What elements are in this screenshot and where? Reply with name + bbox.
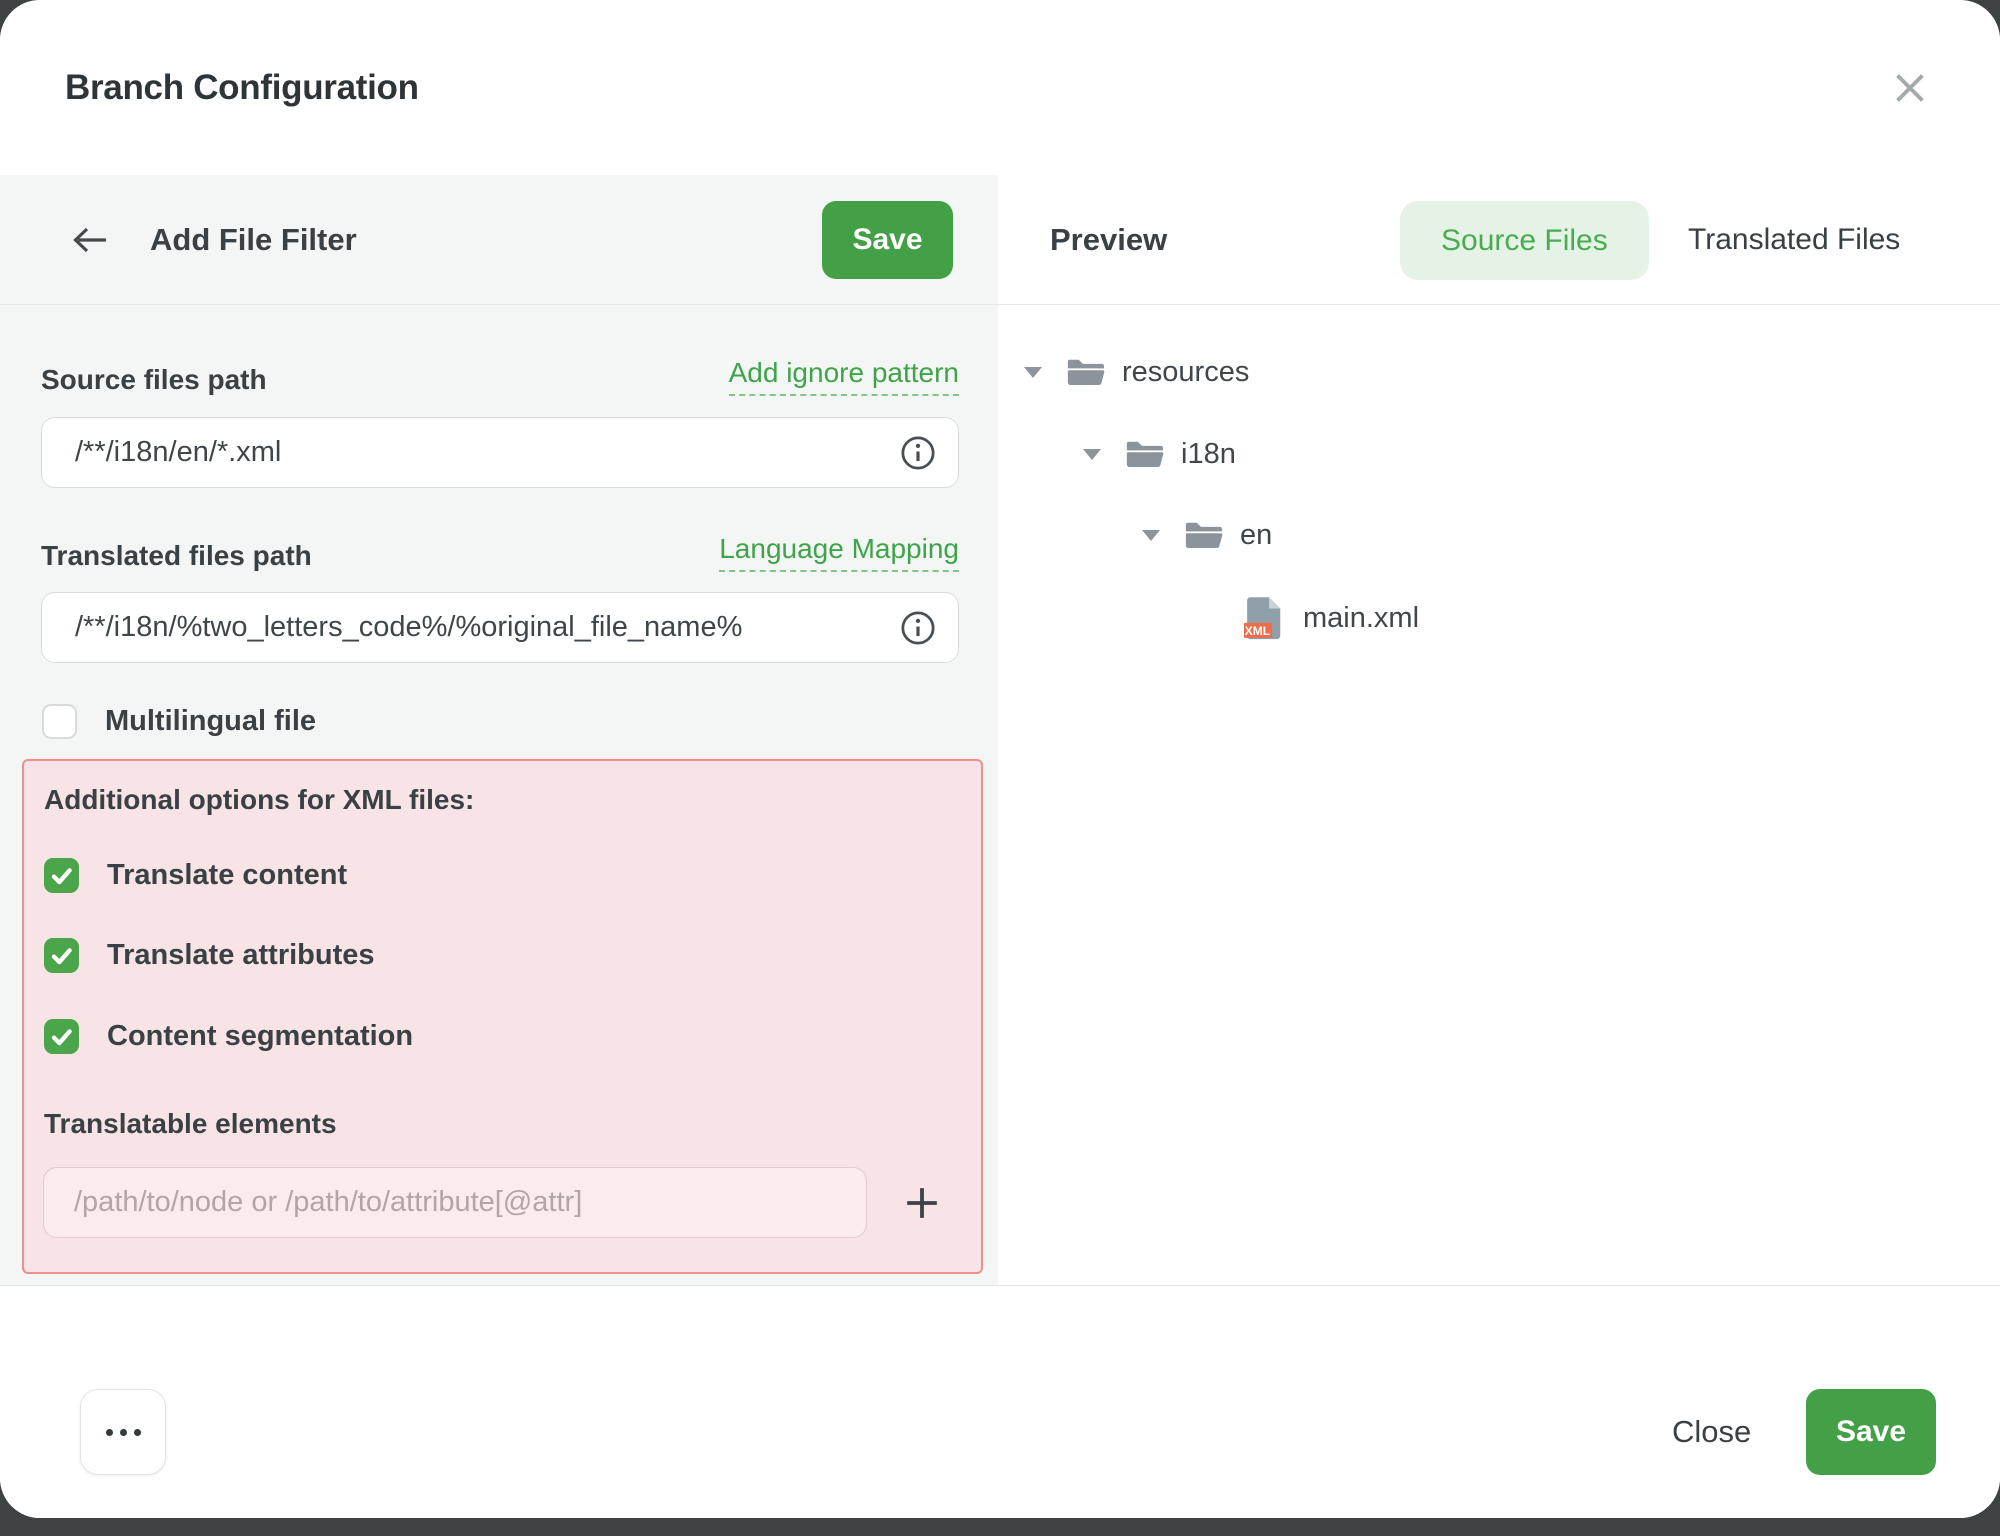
checkmark-icon xyxy=(49,1024,75,1050)
checkmark-icon xyxy=(49,863,75,889)
filter-panel-heading: Add File Filter xyxy=(150,175,357,305)
preview-tree-panel: resources i18n en XML xyxy=(998,305,2000,1285)
chevron-down-icon[interactable] xyxy=(1024,367,1042,378)
add-translatable-element-button[interactable] xyxy=(900,1181,944,1225)
translate-content-row[interactable]: Translate content xyxy=(44,858,347,893)
content-segmentation-checkbox[interactable] xyxy=(44,1019,79,1054)
tree-item-name: i18n xyxy=(1181,438,1236,471)
translated-path-info-button[interactable] xyxy=(895,605,941,651)
more-options-button[interactable] xyxy=(80,1389,166,1475)
preview-heading: Preview xyxy=(1050,175,1167,305)
translatable-elements-input[interactable] xyxy=(43,1167,867,1238)
x-icon xyxy=(1893,71,1927,105)
filter-save-button[interactable]: Save xyxy=(822,201,953,279)
tab-translated-files[interactable]: Translated Files xyxy=(1688,175,1900,305)
filter-toolbar: Add File Filter Save xyxy=(0,175,998,305)
translate-attributes-checkbox[interactable] xyxy=(44,938,79,973)
xml-file-icon: XML xyxy=(1244,596,1284,641)
translatable-elements-label: Translatable elements xyxy=(44,1108,337,1140)
dialog-header: Branch Configuration xyxy=(0,0,2000,175)
multilingual-checkbox-row[interactable]: Multilingual file xyxy=(42,704,316,739)
back-button[interactable] xyxy=(62,175,118,305)
translated-path-input[interactable] xyxy=(41,592,959,663)
tree-item[interactable]: i18n xyxy=(998,433,1236,475)
toolbar: Add File Filter Save Preview Source File… xyxy=(0,175,2000,305)
dialog-title: Branch Configuration xyxy=(65,0,419,175)
plus-icon xyxy=(904,1185,940,1221)
tree-item-name: main.xml xyxy=(1303,602,1419,635)
content-segmentation-row[interactable]: Content segmentation xyxy=(44,1019,413,1054)
content-segmentation-label: Content segmentation xyxy=(107,1020,413,1053)
tab-source-files[interactable]: Source Files xyxy=(1400,201,1649,280)
branch-configuration-dialog: Branch Configuration Add File Filter Sav… xyxy=(0,0,2000,1518)
language-mapping-link[interactable]: Language Mapping xyxy=(719,533,959,572)
folder-icon xyxy=(1184,519,1224,552)
dialog-save-button[interactable]: Save xyxy=(1806,1389,1936,1475)
info-icon xyxy=(900,435,936,471)
translate-attributes-label: Translate attributes xyxy=(107,939,375,972)
xml-options-heading: Additional options for XML files: xyxy=(44,784,474,816)
arrow-left-icon xyxy=(70,225,110,255)
translate-content-label: Translate content xyxy=(107,859,347,892)
source-path-info-button[interactable] xyxy=(895,430,941,476)
close-dialog-button[interactable] xyxy=(1880,58,1940,118)
xml-options-box: Additional options for XML files: Transl… xyxy=(22,759,983,1274)
translate-content-checkbox[interactable] xyxy=(44,858,79,893)
translate-attributes-row[interactable]: Translate attributes xyxy=(44,938,375,973)
multilingual-label: Multilingual file xyxy=(105,705,316,738)
translated-path-label: Translated files path xyxy=(41,540,312,572)
folder-icon xyxy=(1125,438,1165,471)
tree-item[interactable]: XML main.xml xyxy=(998,593,1419,643)
source-path-label: Source files path xyxy=(41,364,267,396)
dialog-footer: Close Save xyxy=(0,1285,2000,1518)
chevron-down-icon[interactable] xyxy=(1083,449,1101,460)
info-icon xyxy=(900,610,936,646)
preview-toolbar: Preview Source Files Translated Files xyxy=(998,175,2000,305)
dialog-close-button[interactable]: Close xyxy=(1660,1389,1763,1475)
filter-form-panel: Source files path Add ignore pattern Tra… xyxy=(0,305,998,1285)
checkmark-icon xyxy=(49,943,75,969)
chevron-down-icon[interactable] xyxy=(1142,530,1160,541)
folder-icon xyxy=(1066,356,1106,389)
multilingual-checkbox[interactable] xyxy=(42,704,77,739)
source-path-input[interactable] xyxy=(41,417,959,488)
ellipsis-icon xyxy=(106,1429,141,1436)
svg-text:XML: XML xyxy=(1245,623,1270,637)
tree-item[interactable]: resources xyxy=(998,351,1249,393)
add-ignore-pattern-link[interactable]: Add ignore pattern xyxy=(729,357,959,396)
tree-item[interactable]: en xyxy=(998,514,1272,556)
tree-item-name: resources xyxy=(1122,356,1249,389)
tree-item-name: en xyxy=(1240,519,1272,552)
